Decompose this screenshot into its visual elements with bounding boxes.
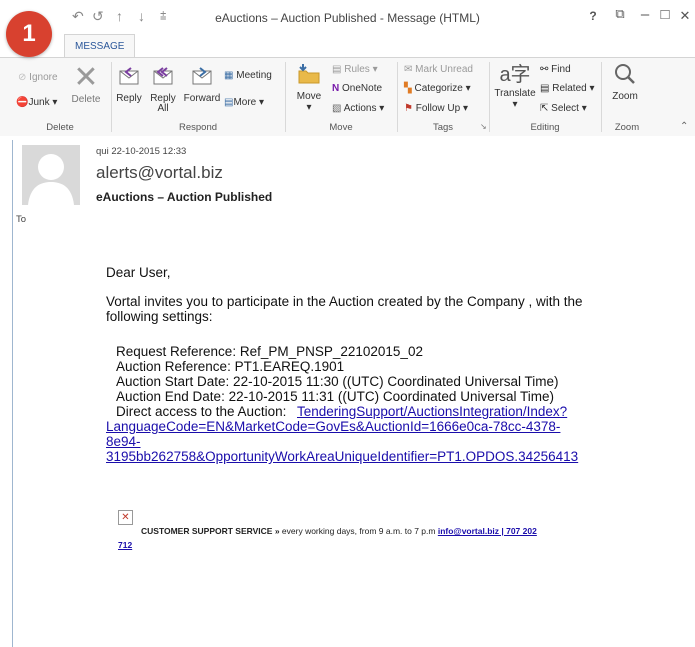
find-button[interactable]: ⚯ Find <box>540 64 571 75</box>
ignore-button[interactable]: ⊘ Ignore <box>18 72 58 83</box>
support-title: CUSTOMER SUPPORT SERVICE » <box>141 526 280 536</box>
delete-icon: ✕ <box>73 61 99 94</box>
magnifier-icon <box>615 64 635 84</box>
reply-all-label-2: All <box>157 103 169 114</box>
forward-icon <box>192 67 212 85</box>
auction-reference: Auction Reference: PT1.EAREQ.1901 <box>116 359 345 374</box>
follow-up-button[interactable]: ⚑ Follow Up ▾ <box>404 103 468 114</box>
translate-icon: a字 <box>499 64 531 86</box>
support-hours: every working days, from 9 a.m. to 7 p.m <box>279 526 438 536</box>
step-badge: 1 <box>6 11 52 57</box>
auction-end-date: Auction End Date: 22-10-2015 11:31 ((UTC… <box>116 389 554 404</box>
intro-line-1: Vortal invites you to participate in the… <box>106 294 583 309</box>
onenote-icon: N <box>332 83 340 94</box>
person-silhouette-icon <box>28 154 74 205</box>
junk-icon: ⛔ <box>16 97 29 108</box>
ribbon-display-button[interactable]: ⧉ <box>610 6 630 22</box>
actions-button[interactable]: ▧ Actions ▾ <box>332 103 384 114</box>
binoculars-icon: ⚯ <box>540 64 549 75</box>
actions-icon: ▧ <box>332 103 342 114</box>
move-dropdown-icon: ▾ <box>306 102 312 113</box>
message-date: qui 22-10-2015 12:33 <box>96 146 187 157</box>
close-button[interactable]: ✕ <box>675 8 695 24</box>
cursor-icon: ⇱ <box>540 103 549 114</box>
help-button[interactable]: ? <box>583 9 603 23</box>
rules-button[interactable]: ▤ Rules ▾ <box>332 64 378 75</box>
forward-label: Forward <box>183 93 221 104</box>
translate-label: Translate <box>494 88 536 99</box>
mark-unread-button[interactable]: ✉ Mark Unread <box>404 64 473 75</box>
group-label-zoom: Zoom <box>614 122 640 133</box>
junk-button[interactable]: ⛔Junk ▾ <box>16 97 57 108</box>
ignore-icon: ⊘ <box>18 72 27 83</box>
direct-access-label: Direct access to the Auction: <box>116 404 287 419</box>
delete-button[interactable]: ✕ Delete <box>69 61 103 106</box>
group-label-respond: Respond <box>178 122 218 133</box>
move-button[interactable]: Move ▾ <box>292 62 326 113</box>
onenote-button[interactable]: N OneNote <box>332 83 382 94</box>
reply-label: Reply <box>116 93 142 104</box>
zoom-label: Zoom <box>612 91 638 102</box>
meeting-icon: ▦ <box>224 70 234 81</box>
support-phone-link[interactable]: 712 <box>118 540 132 550</box>
forward-button[interactable]: Forward <box>182 64 222 104</box>
group-label-editing: Editing <box>530 122 560 133</box>
translate-button[interactable]: a字 Translate ▾ <box>494 62 536 110</box>
zoom-button[interactable]: Zoom <box>608 62 642 102</box>
sender-avatar <box>22 145 80 205</box>
delete-label: Delete <box>71 94 101 105</box>
related-icon: ▤ <box>540 83 550 94</box>
maximize-button[interactable]: □ <box>655 6 675 23</box>
collapse-ribbon-icon[interactable]: ⌃ <box>680 121 688 132</box>
reply-icon <box>119 67 139 85</box>
support-line: CUSTOMER SUPPORT SERVICE » every working… <box>141 526 537 536</box>
broken-image-icon: ✕ <box>118 510 133 525</box>
auction-link-line-4[interactable]: 3195bb262758&OpportunityWorkAreaUniqueId… <box>106 449 578 464</box>
meeting-button[interactable]: ▦ Meeting <box>224 70 272 81</box>
move-folder-icon <box>298 64 320 84</box>
auction-link-line-1[interactable]: TenderingSupport/AuctionsIntegration/Ind… <box>297 404 567 419</box>
select-button[interactable]: ⇱ Select ▾ <box>540 103 587 114</box>
to-label: To <box>16 214 27 225</box>
sender-email[interactable]: alerts@vortal.biz <box>96 163 223 183</box>
related-button[interactable]: ▤ Related ▾ <box>540 83 595 94</box>
reply-all-icon <box>153 67 173 85</box>
message-subject: eAuctions – Auction Published <box>96 190 273 204</box>
support-email-link[interactable]: info@vortal.biz | 707 202 <box>438 526 537 536</box>
group-label-delete: Delete <box>46 122 74 133</box>
tab-message[interactable]: MESSAGE <box>64 34 136 58</box>
categorize-icon: ▚ <box>404 83 412 94</box>
request-reference: Request Reference: Ref_PM_PNSP_22102015_… <box>116 344 423 359</box>
auction-start-date: Auction Start Date: 22-10-2015 11:30 ((U… <box>116 374 559 389</box>
rules-icon: ▤ <box>332 64 342 75</box>
auction-link-line-3[interactable]: 8e94- <box>106 434 141 449</box>
move-label: Move <box>296 91 322 102</box>
group-label-move: Move <box>329 122 353 133</box>
auction-link-line-2[interactable]: LanguageCode=EN&MarketCode=GovEs&Auction… <box>106 419 560 434</box>
minimize-button[interactable]: – <box>635 6 655 23</box>
translate-dropdown-icon: ▾ <box>512 99 518 110</box>
group-label-tags: Tags <box>432 122 454 133</box>
follow-up-flag-icon: ⚑ <box>404 103 413 114</box>
greeting: Dear User, <box>106 265 171 280</box>
reply-all-button[interactable]: Reply All <box>148 64 178 114</box>
dialog-launcher-icon[interactable]: ↘ <box>480 122 487 131</box>
more-button[interactable]: ▤More ▾ <box>224 97 264 108</box>
mark-unread-icon: ✉ <box>404 64 413 75</box>
intro-line-2: following settings: <box>106 309 213 324</box>
categorize-button[interactable]: ▚ Categorize ▾ <box>404 83 471 94</box>
reply-button[interactable]: Reply <box>114 64 144 104</box>
pane-border <box>12 140 13 647</box>
